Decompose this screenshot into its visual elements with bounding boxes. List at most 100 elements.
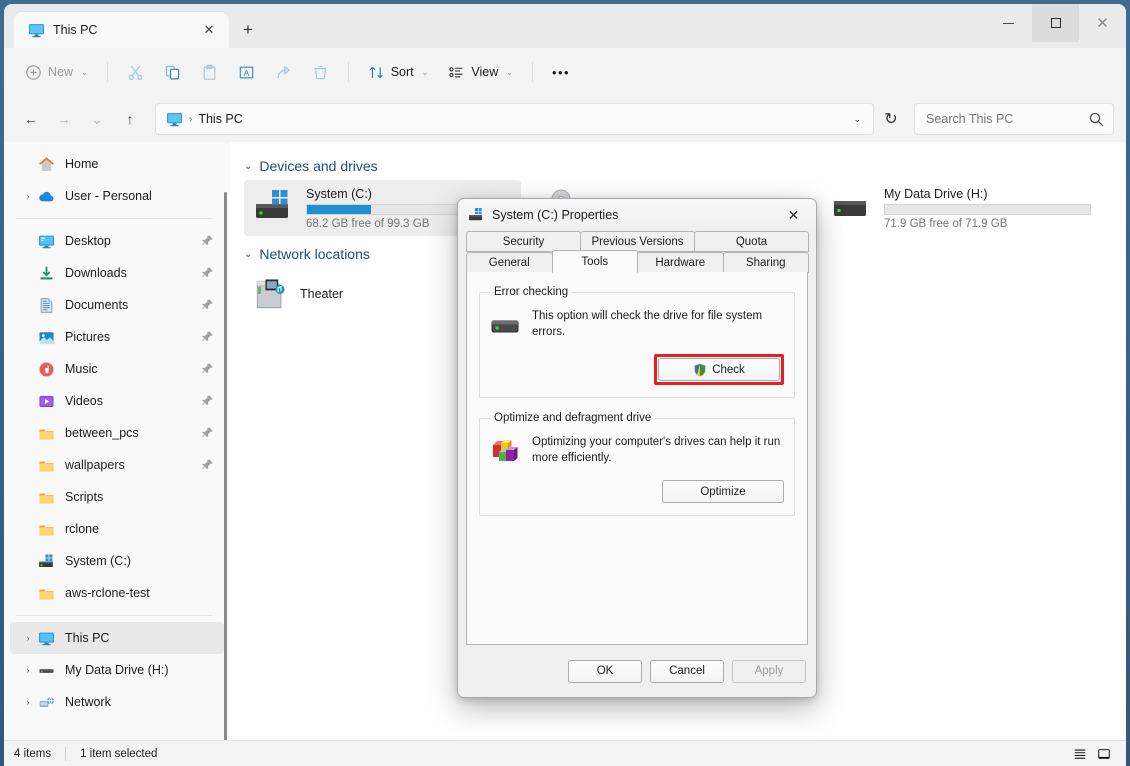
dialog-tabs-row-2: General Tools Hardware Sharing — [466, 250, 809, 273]
monitor-icon — [167, 112, 182, 126]
sidebar-item-aws-rclone-test[interactable]: aws-rclone-test — [10, 577, 224, 609]
dialog-tab-sharing[interactable]: Sharing — [722, 252, 809, 273]
breadcrumb-this-pc[interactable]: This PC — [198, 112, 242, 126]
sidebar-item-my-data-drive-h[interactable]: › My Data Drive (H:) — [10, 654, 224, 686]
pin-icon[interactable] — [200, 394, 214, 408]
sidebar-item-home[interactable]: Home — [10, 148, 224, 180]
tab-this-pc[interactable]: This PC ✕ — [14, 12, 229, 48]
dialog-tab-label: General — [488, 256, 530, 269]
documents-icon — [40, 297, 53, 313]
sidebar-item-between-pcs[interactable]: between_pcs — [10, 417, 224, 449]
share-button[interactable] — [266, 56, 301, 88]
windows-drive-icon — [256, 190, 288, 218]
ok-button[interactable]: OK — [568, 659, 642, 683]
uac-shield-icon — [694, 363, 706, 376]
group-header-devices[interactable]: ⌄ Devices and drives — [244, 158, 1110, 174]
dialog-tab-security[interactable]: Security — [466, 231, 581, 252]
tab-label: This PC — [53, 23, 98, 37]
onedrive-icon — [39, 191, 54, 201]
pin-icon[interactable] — [200, 458, 214, 472]
cut-button[interactable] — [118, 56, 153, 88]
search-input[interactable]: Search This PC — [926, 112, 1088, 126]
dialog-close-button[interactable]: ✕ — [771, 199, 816, 231]
sidebar-item-music[interactable]: Music — [10, 353, 224, 385]
network-tile-theater[interactable]: Theater — [244, 268, 444, 320]
cancel-button[interactable]: Cancel — [650, 659, 724, 683]
dialog-tab-hardware[interactable]: Hardware — [637, 252, 724, 273]
trash-icon — [314, 65, 327, 79]
view-button[interactable]: View ⌄ — [439, 56, 522, 88]
dialog-title: System (C:) Properties — [492, 208, 619, 222]
large-icons-view-icon[interactable] — [1092, 744, 1116, 764]
sidebar-item-pictures[interactable]: Pictures — [10, 321, 224, 353]
paste-button[interactable] — [192, 56, 227, 88]
chevron-right-icon[interactable]: › — [18, 665, 38, 675]
sidebar-item-this-pc[interactable]: › This PC — [10, 622, 224, 654]
desktop-background: This PC ✕ + ✕ New ⌄ A Sort ⌄ View ⌄ ••• … — [0, 0, 1130, 766]
drive-tile-data-h[interactable]: My Data Drive (H:) 71.9 GB free of 71.9 … — [822, 180, 1099, 236]
forward-button[interactable]: → — [49, 104, 79, 134]
check-button[interactable]: Check — [658, 358, 780, 381]
sidebar-item-label: Videos — [65, 394, 103, 408]
sidebar-item-wallpapers[interactable]: wallpapers — [10, 449, 224, 481]
sidebar-item-user-personal[interactable]: › User - Personal — [10, 180, 224, 212]
details-view-icon[interactable] — [1068, 744, 1092, 764]
minimize-button[interactable] — [985, 4, 1032, 42]
pin-icon[interactable] — [200, 234, 214, 248]
dialog-tab-quota[interactable]: Quota — [694, 231, 809, 252]
chevron-right-icon[interactable]: › — [18, 697, 38, 707]
pictures-icon — [39, 331, 55, 344]
optimize-group: Optimize and defragment drive Optimizing… — [479, 412, 795, 516]
rename-button[interactable]: A — [229, 56, 264, 88]
pin-icon[interactable] — [200, 362, 214, 376]
sidebar-item-downloads[interactable]: Downloads — [10, 257, 224, 289]
sidebar-scrollbar[interactable] — [224, 192, 227, 740]
chevron-down-icon: ⌄ — [81, 67, 88, 77]
drive-c-icon — [469, 208, 482, 221]
tab-close-button[interactable]: ✕ — [197, 18, 221, 42]
drive-usage-text: 71.9 GB free of 71.9 GB — [884, 217, 1008, 230]
copy-button[interactable] — [155, 56, 190, 88]
refresh-button[interactable]: ↻ — [877, 105, 905, 133]
sidebar-item-documents[interactable]: Documents — [10, 289, 224, 321]
navigation-pane: Home › User - Personal Desktop Downloads Docu… — [4, 142, 230, 740]
sidebar-item-label: Music — [65, 362, 98, 376]
chevron-right-icon[interactable]: › — [18, 191, 38, 201]
sidebar-item-scripts[interactable]: Scripts — [10, 481, 224, 513]
sidebar-item-label: wallpapers — [65, 458, 125, 472]
toolbar-divider-3 — [531, 62, 533, 82]
status-selection: 1 item selected — [80, 747, 158, 760]
back-button[interactable]: ← — [16, 104, 46, 134]
dialog-tab-label: Hardware — [655, 256, 706, 269]
pin-icon[interactable] — [200, 298, 214, 312]
dialog-tabs-row-1: Security Previous Versions Quota — [466, 231, 809, 252]
sort-button[interactable]: Sort ⌄ — [359, 56, 438, 88]
copy-icon — [165, 65, 179, 79]
delete-button[interactable] — [303, 56, 338, 88]
maximize-button[interactable] — [1032, 4, 1079, 42]
more-options-button[interactable]: ••• — [543, 56, 579, 88]
apply-button[interactable]: Apply — [732, 659, 806, 683]
pin-icon[interactable] — [200, 426, 214, 440]
close-window-button[interactable]: ✕ — [1079, 4, 1126, 42]
recent-locations-button[interactable]: ⌄ — [82, 104, 112, 134]
new-button[interactable]: New ⌄ — [16, 56, 97, 88]
sidebar-item-desktop[interactable]: Desktop — [10, 225, 224, 257]
dialog-tab-tools[interactable]: Tools — [551, 250, 638, 273]
dialog-tab-general[interactable]: General — [466, 252, 553, 273]
pin-icon[interactable] — [200, 266, 214, 280]
sidebar-item-rclone[interactable]: rclone — [10, 513, 224, 545]
chevron-right-icon[interactable]: › — [18, 633, 38, 643]
sidebar-item-videos[interactable]: Videos — [10, 385, 224, 417]
up-button[interactable]: ↑ — [115, 104, 145, 134]
search-box[interactable]: Search This PC — [914, 103, 1114, 135]
address-bar[interactable]: › This PC ⌄ — [155, 103, 874, 135]
new-tab-button[interactable]: + — [233, 15, 263, 45]
optimize-button[interactable]: Optimize — [662, 480, 784, 503]
pin-icon[interactable] — [200, 330, 214, 344]
address-dropdown-button[interactable]: ⌄ — [847, 114, 867, 125]
sidebar-item-label: Documents — [65, 298, 129, 312]
sidebar-item-system-c[interactable]: System (C:) — [10, 545, 224, 577]
dialog-tab-previous-versions[interactable]: Previous Versions — [580, 231, 695, 252]
sidebar-item-network[interactable]: › Network — [10, 686, 224, 718]
